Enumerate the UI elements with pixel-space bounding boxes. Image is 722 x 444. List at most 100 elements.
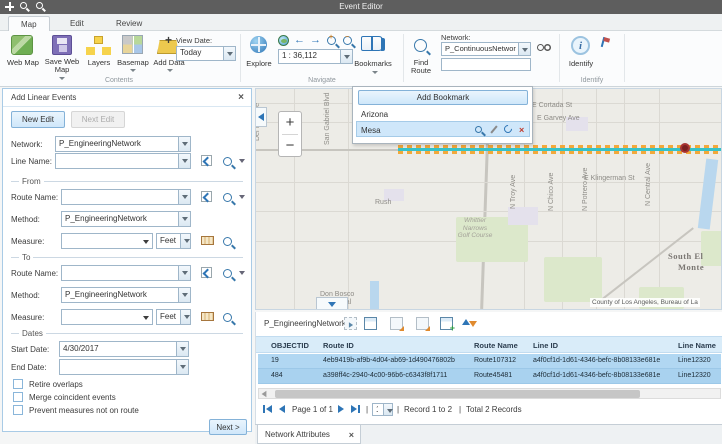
collapse-table-handle[interactable] (316, 297, 348, 310)
dropdown-arrow[interactable] (180, 234, 190, 248)
page-number-select[interactable]: 1 (372, 403, 393, 416)
zoom-to-route-icon[interactable] (223, 193, 232, 202)
previous-page-icon[interactable] (279, 405, 285, 413)
end-date-dropdown[interactable] (59, 359, 189, 375)
tab-network-attributes[interactable]: Network Attributes × (257, 425, 361, 444)
sort-icon[interactable] (462, 317, 476, 330)
dropdown-arrow[interactable] (180, 310, 190, 324)
measure-on-map-icon[interactable] (201, 312, 214, 321)
to-method-dropdown[interactable]: P_EngineeringNetwork (61, 287, 191, 303)
scale-dropdown[interactable]: 1 : 36,112 (278, 49, 353, 64)
horizontal-scrollbar[interactable] (258, 388, 721, 399)
collapse-panel-handle[interactable] (256, 107, 267, 127)
start-date-dropdown[interactable]: 4/30/2017 (59, 341, 189, 357)
zoom-to-measure-icon[interactable] (223, 313, 232, 322)
select-line-on-map-icon[interactable] (201, 155, 212, 166)
dropdown-arrow[interactable] (178, 154, 190, 168)
from-measure-input[interactable] (61, 233, 153, 249)
select-records-icon[interactable] (344, 317, 357, 330)
bookmark-zoom-icon[interactable] (475, 126, 482, 133)
find-route-button[interactable]: Find Route (406, 35, 436, 85)
dropdown-arrow[interactable] (176, 342, 188, 356)
column-header[interactable]: Line ID (533, 341, 558, 350)
last-page-icon[interactable] (351, 405, 357, 413)
bookmark-edit-icon[interactable] (490, 125, 497, 133)
column-header[interactable]: Line Name (678, 341, 716, 350)
dropdown-arrow[interactable] (178, 266, 190, 280)
prevent-measures-checkbox[interactable] (13, 405, 23, 415)
dropdown-arrow[interactable] (178, 190, 190, 204)
bookmark-item-arizona[interactable]: Arizona (361, 110, 388, 119)
from-route-name-dropdown[interactable] (61, 189, 191, 205)
next-button[interactable]: Next > (209, 419, 247, 435)
select-route-on-map-icon[interactable] (201, 267, 212, 278)
bookmark-refresh-icon[interactable] (502, 123, 513, 134)
dropdown-arrow[interactable] (178, 212, 190, 226)
scale-arrow[interactable] (340, 50, 352, 63)
previous-extent-icon[interactable]: ← (294, 35, 305, 46)
export-all-icon[interactable] (416, 317, 429, 330)
flag-icon[interactable] (601, 37, 606, 47)
full-extent-globe-icon[interactable] (278, 35, 289, 46)
zoom-options-caret-icon[interactable] (239, 271, 245, 275)
dropdown-arrow[interactable] (176, 360, 188, 374)
zoom-to-route-icon[interactable] (223, 269, 232, 278)
map-zoom-in-button[interactable]: + (279, 112, 301, 134)
binoculars-icon[interactable] (537, 44, 544, 51)
next-edit-button[interactable]: Next Edit (71, 111, 125, 128)
tab-edit[interactable]: Edit (58, 16, 96, 31)
dropdown-arrow[interactable] (383, 404, 392, 415)
add-bookmark-button[interactable]: Add Bookmark (358, 90, 528, 105)
to-route-name-dropdown[interactable] (61, 265, 191, 281)
tab-close-icon[interactable]: × (349, 430, 354, 440)
find-route-input[interactable] (441, 58, 531, 71)
retire-overlaps-checkbox[interactable] (13, 379, 23, 389)
dropdown-arrow[interactable] (178, 288, 190, 302)
network-dropdown[interactable]: P_EngineeringNetwork (55, 136, 191, 152)
scroll-left-icon[interactable] (262, 391, 267, 397)
next-extent-icon[interactable]: → (310, 35, 321, 46)
measure-caret-icon[interactable] (143, 316, 149, 320)
merge-coincident-checkbox[interactable] (13, 392, 23, 402)
map-zoom-out-button[interactable]: − (279, 135, 301, 157)
zoom-options-caret-icon[interactable] (239, 159, 245, 163)
zoom-to-measure-icon[interactable] (223, 237, 232, 246)
from-method-dropdown[interactable]: P_EngineeringNetwork (61, 211, 191, 227)
view-date-dropdown[interactable]: Today (176, 46, 236, 61)
zoom-in-icon[interactable]: + (327, 36, 336, 45)
export-selected-icon[interactable] (390, 317, 403, 330)
line-name-dropdown[interactable] (55, 153, 191, 169)
network-arrow[interactable] (518, 43, 530, 55)
last-page-icon[interactable] (358, 405, 360, 413)
column-header[interactable]: Route ID (323, 341, 354, 350)
dropdown-arrow[interactable] (178, 137, 190, 151)
tab-review[interactable]: Review (104, 16, 154, 31)
measure-caret-icon[interactable] (143, 240, 149, 244)
column-header[interactable]: Route Name (474, 341, 518, 350)
first-page-icon[interactable] (266, 405, 272, 413)
select-route-on-map-icon[interactable] (201, 191, 212, 202)
view-date-arrow[interactable] (223, 47, 235, 60)
measure-on-map-icon[interactable] (201, 236, 214, 245)
column-header[interactable]: OBJECTID (271, 341, 309, 350)
scrollbar-thumb[interactable] (275, 390, 640, 398)
next-page-icon[interactable] (338, 405, 344, 413)
new-edit-button[interactable]: New Edit (11, 111, 65, 128)
zoom-out-icon[interactable]: − (343, 36, 352, 45)
network-dropdown[interactable]: P_ContinuousNetwork (441, 42, 531, 56)
table-row[interactable]: 484 a398ff4c-2940-4c00-96b6-c6343f8f1711… (258, 369, 721, 384)
add-table-icon[interactable]: + (440, 317, 453, 330)
bookmark-delete-icon[interactable]: × (519, 126, 524, 135)
tab-map[interactable]: Map (8, 16, 50, 31)
first-page-icon[interactable] (263, 405, 265, 413)
bookmarks-menu: Add Bookmark Arizona Mesa × (352, 86, 533, 144)
table-row[interactable]: 19 4eb9419b-af9b-4d04-ab69-1d490476802b … (258, 354, 721, 369)
from-unit-dropdown[interactable]: Feet (156, 233, 191, 249)
panel-close-icon[interactable]: × (238, 93, 244, 103)
zoom-options-caret-icon[interactable] (239, 195, 245, 199)
to-unit-dropdown[interactable]: Feet (156, 309, 191, 325)
table-icon[interactable] (364, 317, 377, 330)
zoom-to-line-icon[interactable] (223, 157, 232, 166)
bookmark-item-mesa[interactable]: Mesa × (356, 121, 530, 137)
to-measure-input[interactable] (61, 309, 153, 325)
